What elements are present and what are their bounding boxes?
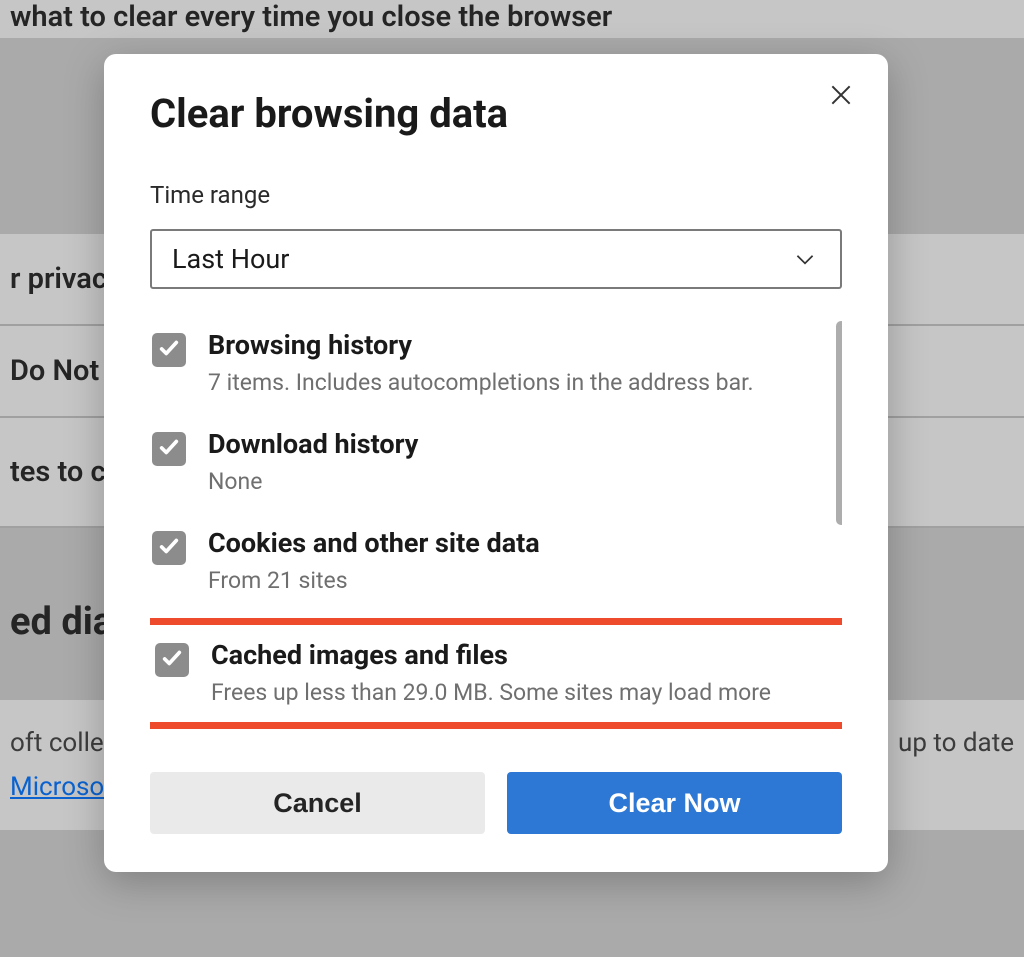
close-icon [828, 82, 854, 112]
option-subtitle: 7 items. Includes autocompletions in the… [208, 367, 840, 398]
checkbox-cookies[interactable] [152, 531, 186, 565]
checkbox-cached-images[interactable] [155, 643, 189, 677]
option-subtitle: None [208, 466, 840, 497]
background-heading: what to clear every time you close the b… [0, 0, 1024, 38]
option-title: Cookies and other site data [208, 527, 840, 559]
time-range-select[interactable]: Last Hour [150, 229, 842, 289]
dialog-title: Clear browsing data [150, 90, 842, 137]
option-title: Download history [208, 428, 840, 460]
option-download-history: Download history None [150, 420, 842, 519]
check-icon [161, 647, 183, 673]
time-range-value: Last Hour [172, 243, 289, 275]
cancel-button[interactable]: Cancel [150, 772, 485, 834]
options-list: Browsing history 7 items. Includes autoc… [150, 321, 842, 756]
clear-now-button[interactable]: Clear Now [507, 772, 842, 834]
option-cookies: Cookies and other site data From 21 site… [150, 519, 842, 618]
chevron-down-icon [792, 246, 818, 272]
option-browsing-history: Browsing history 7 items. Includes autoc… [150, 321, 842, 420]
option-subtitle: Frees up less than 29.0 MB. Some sites m… [211, 677, 837, 708]
check-icon [158, 535, 180, 561]
option-title: Browsing history [208, 329, 840, 361]
option-cached-images: Cached images and files Frees up less th… [150, 639, 842, 714]
option-subtitle: From 21 sites [208, 565, 840, 596]
time-range-label: Time range [150, 181, 842, 209]
background-desc-left: oft colle [10, 721, 104, 765]
close-button[interactable] [824, 80, 858, 114]
highlighted-option-frame: Cached images and files Frees up less th… [150, 618, 842, 729]
checkbox-download-history[interactable] [152, 432, 186, 466]
check-icon [158, 436, 180, 462]
background-desc-right: up to date [898, 721, 1014, 765]
dialog-buttons: Cancel Clear Now [150, 772, 842, 834]
option-title: Cached images and files [211, 639, 837, 671]
scrollbar[interactable] [836, 321, 842, 525]
clear-browsing-data-dialog: Clear browsing data Time range Last Hour… [104, 54, 888, 872]
checkbox-browsing-history[interactable] [152, 333, 186, 367]
check-icon [158, 337, 180, 363]
